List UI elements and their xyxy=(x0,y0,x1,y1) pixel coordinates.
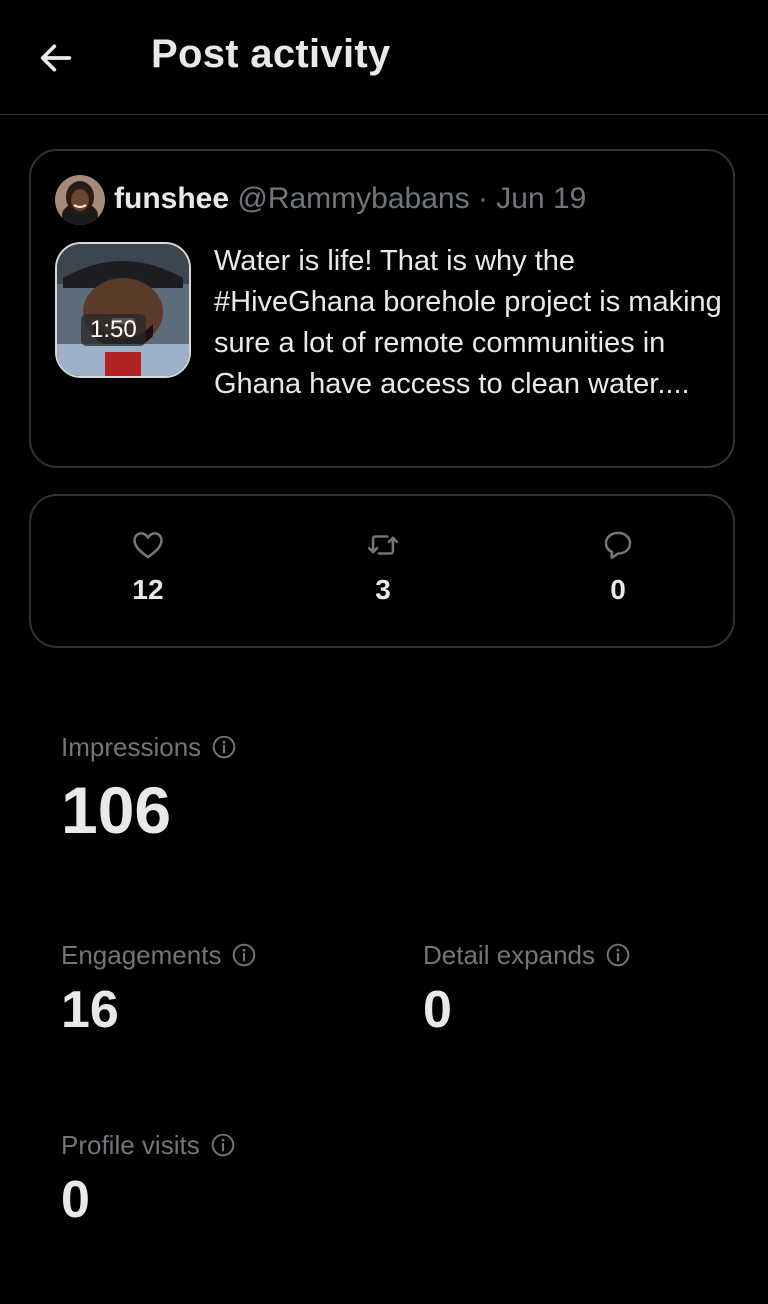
reply-icon xyxy=(604,531,632,560)
profile-visits-value: 0 xyxy=(61,1171,90,1229)
post-text: Water is life! That is why the #HiveGhan… xyxy=(214,245,722,400)
profile-visits-label: Profile visits xyxy=(61,1130,200,1160)
page-title: Post activity xyxy=(151,32,391,76)
impressions-metric: Impressions 106 xyxy=(61,730,237,846)
info-icon[interactable] xyxy=(605,942,631,968)
info-icon[interactable] xyxy=(210,1132,236,1158)
detail-expands-value: 0 xyxy=(423,981,452,1039)
post-date: Jun 19 xyxy=(496,182,587,215)
author-handle[interactable]: @Rammybabans xyxy=(237,182,469,215)
impressions-value: 106 xyxy=(61,773,172,847)
engagements-metric: Engagements 16 xyxy=(61,938,257,1040)
post-meta: funshee @Rammybabans · Jun 19 xyxy=(114,179,586,219)
reposts-stat[interactable]: 3 xyxy=(323,528,443,606)
arrow-left-icon xyxy=(40,44,72,72)
replies-stat[interactable]: 0 xyxy=(558,528,678,606)
detail-expands-label: Detail expands xyxy=(423,940,595,970)
engagement-card: 12 3 0 xyxy=(29,494,735,648)
profile-visits-metric: Profile visits 0 xyxy=(61,1128,236,1230)
detail-expands-metric: Detail expands 0 xyxy=(423,938,631,1040)
heart-icon xyxy=(133,532,163,559)
engagements-value: 16 xyxy=(61,981,119,1039)
replies-count: 0 xyxy=(610,574,626,605)
repost-icon xyxy=(367,535,399,555)
back-button[interactable] xyxy=(26,28,86,88)
impressions-label: Impressions xyxy=(61,732,202,762)
avatar[interactable] xyxy=(55,175,105,225)
post-card[interactable]: funshee @Rammybabans · Jun 19 1:50 Water… xyxy=(29,149,735,468)
info-icon[interactable] xyxy=(211,734,237,760)
likes-count: 12 xyxy=(132,574,164,605)
top-bar: Post activity xyxy=(0,0,768,115)
video-duration-badge: 1:50 xyxy=(81,314,146,346)
engagements-label: Engagements xyxy=(61,940,222,970)
reposts-count: 3 xyxy=(375,574,391,605)
author-name[interactable]: funshee xyxy=(114,182,229,215)
info-icon[interactable] xyxy=(231,942,257,968)
likes-stat[interactable]: 12 xyxy=(88,528,208,606)
video-thumbnail[interactable]: 1:50 xyxy=(55,242,191,378)
meta-separator: · xyxy=(477,182,488,215)
